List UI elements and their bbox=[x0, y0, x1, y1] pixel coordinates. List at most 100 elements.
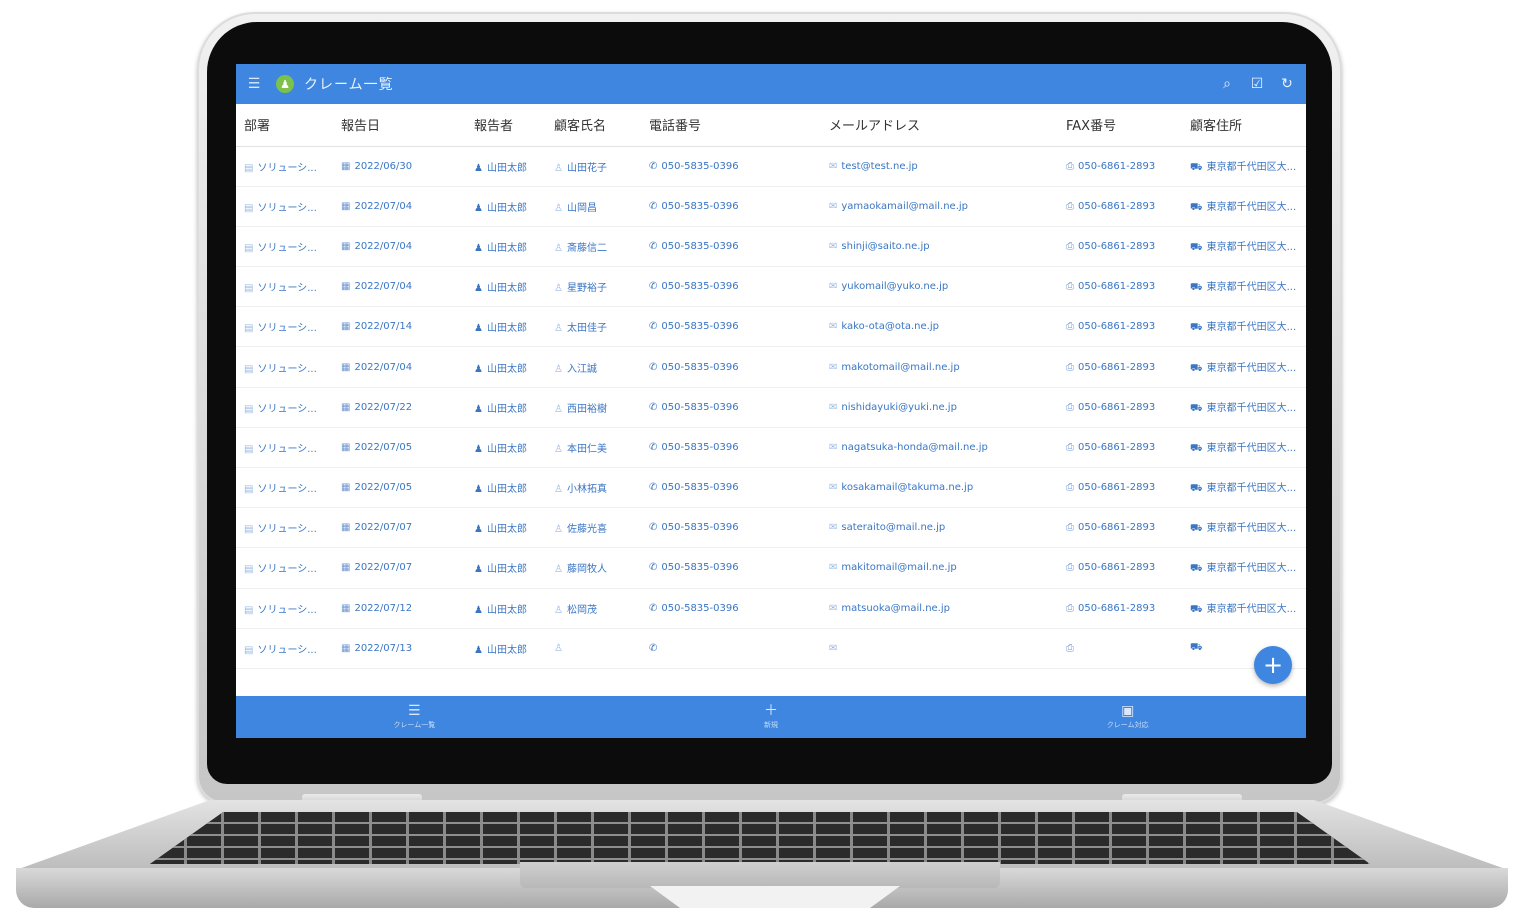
table-cell[interactable]: ♙ 小林拓真 bbox=[546, 467, 641, 509]
table-cell[interactable]: ✆ 050-5835-0396 bbox=[641, 346, 821, 388]
table-cell[interactable]: ▦ 2022/06/30 bbox=[333, 146, 466, 187]
table-cell[interactable]: ▤ ソリューシ... bbox=[236, 226, 333, 268]
table-row[interactable]: ▤ ソリューシ... ▦ 2022/07/05 ♟ 山田太郎 ♙ 本田仁美 ✆ 050-5835-… bbox=[236, 427, 1306, 469]
table-cell[interactable]: ♙ 山岡昌 bbox=[546, 186, 641, 227]
table-cell[interactable]: ♟ 山田太郎 bbox=[466, 186, 546, 227]
table-cell[interactable]: ✉ nagatsuka-honda@mail.ne.jp bbox=[821, 427, 1058, 469]
table-cell[interactable]: ⎙ 050-6861-2893 bbox=[1058, 306, 1182, 348]
nav-item-new[interactable]: ＋ 新規 bbox=[593, 696, 950, 738]
table-row[interactable]: ▤ ソリューシ... ▦ 2022/07/04 ♟ 山田太郎 ♙ 星野裕子 ✆ 050-5835-… bbox=[236, 266, 1306, 308]
table-cell[interactable]: ⛟ 東京都千代田区大... bbox=[1182, 387, 1306, 428]
table-cell[interactable]: ▦ 2022/07/14 bbox=[333, 306, 466, 348]
table-cell[interactable]: ⛟ 東京都千代田区大... bbox=[1182, 226, 1306, 268]
table-cell[interactable]: ✉ nishidayuki@yuki.ne.jp bbox=[821, 387, 1058, 428]
table-cell[interactable]: ♟ 山田太郎 bbox=[466, 427, 546, 469]
table-row[interactable]: ▤ ソリューシ... ▦ 2022/07/07 ♟ 山田太郎 ♙ 佐藤光喜 ✆ 050-5835-… bbox=[236, 507, 1306, 549]
column-header[interactable]: FAX番号 bbox=[1058, 104, 1182, 147]
nav-item-complaint-list[interactable]: ☰ クレーム一覧 bbox=[236, 696, 593, 738]
table-cell[interactable]: ▦ 2022/07/07 bbox=[333, 507, 466, 549]
table-cell[interactable]: ⎙ 050-6861-2893 bbox=[1058, 588, 1182, 629]
table-cell[interactable]: ⛟ 東京都千代田区大... bbox=[1182, 186, 1306, 227]
table-cell[interactable]: ▤ ソリューシ... bbox=[236, 467, 333, 509]
table-cell[interactable]: ✉ makotomail@mail.ne.jp bbox=[821, 346, 1058, 388]
column-header[interactable]: 電話番号 bbox=[641, 104, 821, 147]
table-cell[interactable]: ⛟ 東京都千代田区大... bbox=[1182, 467, 1306, 509]
table-row[interactable]: ▤ ソリューシ... ▦ 2022/07/07 ♟ 山田太郎 ♙ 藤岡牧人 ✆ 050-5835-… bbox=[236, 547, 1306, 589]
table-cell[interactable]: ▤ ソリューシ... bbox=[236, 186, 333, 227]
table-cell[interactable]: ♙ bbox=[546, 628, 641, 669]
table-cell[interactable]: ✉ bbox=[821, 628, 1058, 669]
table-cell[interactable]: ✆ 050-5835-0396 bbox=[641, 146, 821, 187]
table-cell[interactable]: ✉ kako-ota@ota.ne.jp bbox=[821, 306, 1058, 348]
table-cell[interactable]: ▤ ソリューシ... bbox=[236, 547, 333, 589]
table-cell[interactable]: ✉ yukomail@yuko.ne.jp bbox=[821, 266, 1058, 308]
table-row[interactable]: ▤ ソリューシ... ▦ 2022/07/22 ♟ 山田太郎 ♙ 西田裕樹 ✆ 050-5835-… bbox=[236, 387, 1306, 428]
table-cell[interactable]: ⎙ bbox=[1058, 628, 1182, 669]
table-cell[interactable]: ✉ yamaokamail@mail.ne.jp bbox=[821, 186, 1058, 227]
table-cell[interactable]: ✆ bbox=[641, 628, 821, 669]
table-cell[interactable]: ♟ 山田太郎 bbox=[466, 266, 546, 308]
table-cell[interactable]: ⛟ 東京都千代田区大... bbox=[1182, 427, 1306, 469]
table-cell[interactable]: ▦ 2022/07/22 bbox=[333, 387, 466, 428]
table-cell[interactable]: ♟ 山田太郎 bbox=[466, 547, 546, 589]
table-cell[interactable]: ⛟ 東京都千代田区大... bbox=[1182, 346, 1306, 388]
table-cell[interactable]: ▤ ソリューシ... bbox=[236, 266, 333, 308]
check-box-icon[interactable]: ☑ bbox=[1248, 75, 1266, 93]
table-cell[interactable]: ✆ 050-5835-0396 bbox=[641, 266, 821, 308]
table-cell[interactable]: ⎙ 050-6861-2893 bbox=[1058, 226, 1182, 268]
table-cell[interactable]: ⎙ 050-6861-2893 bbox=[1058, 467, 1182, 509]
table-cell[interactable]: ▦ 2022/07/04 bbox=[333, 186, 466, 227]
table-cell[interactable]: ⛟ 東京都千代田区大... bbox=[1182, 146, 1306, 187]
table-cell[interactable]: ✆ 050-5835-0396 bbox=[641, 186, 821, 227]
column-header[interactable]: 顧客氏名 bbox=[546, 104, 641, 147]
column-header[interactable]: 報告者 bbox=[466, 104, 546, 147]
search-icon[interactable]: ⌕ bbox=[1218, 75, 1236, 93]
table-cell[interactable]: ✆ 050-5835-0396 bbox=[641, 427, 821, 469]
table-cell[interactable]: ⎙ 050-6861-2893 bbox=[1058, 387, 1182, 428]
table-row[interactable]: ▤ ソリューシ... ▦ 2022/07/04 ♟ 山田太郎 ♙ 斎藤信二 ✆ 050-5835-… bbox=[236, 226, 1306, 268]
table-cell[interactable]: ✉ makitomail@mail.ne.jp bbox=[821, 547, 1058, 589]
nav-item-complaint-response[interactable]: ▣ クレーム対応 bbox=[949, 696, 1306, 738]
table-cell[interactable]: ♟ 山田太郎 bbox=[466, 628, 546, 669]
table-cell[interactable]: ⛟ 東京都千代田区大... bbox=[1182, 306, 1306, 348]
table-cell[interactable]: ▦ 2022/07/13 bbox=[333, 628, 466, 669]
table-cell[interactable]: ⎙ 050-6861-2893 bbox=[1058, 266, 1182, 308]
table-cell[interactable]: ♙ 松岡茂 bbox=[546, 588, 641, 629]
table-cell[interactable]: ✆ 050-5835-0396 bbox=[641, 306, 821, 348]
table-cell[interactable]: ♙ 本田仁美 bbox=[546, 427, 641, 469]
table-cell[interactable]: ✆ 050-5835-0396 bbox=[641, 387, 821, 428]
table-cell[interactable]: ♙ 星野裕子 bbox=[546, 266, 641, 308]
table-cell[interactable]: ▦ 2022/07/12 bbox=[333, 588, 466, 629]
table-cell[interactable]: ✆ 050-5835-0396 bbox=[641, 507, 821, 549]
column-header[interactable]: 部署 bbox=[236, 104, 333, 147]
table-cell[interactable]: ✉ sateraito@mail.ne.jp bbox=[821, 507, 1058, 549]
table-cell[interactable]: ♟ 山田太郎 bbox=[466, 467, 546, 509]
column-header[interactable]: 報告日 bbox=[333, 104, 466, 147]
table-cell[interactable]: ♟ 山田太郎 bbox=[466, 146, 546, 187]
table-row[interactable]: ▤ ソリューシ... ▦ 2022/06/30 ♟ 山田太郎 ♙ 山田花子 ✆ 050-5835-… bbox=[236, 146, 1306, 187]
table-cell[interactable]: ♙ 藤岡牧人 bbox=[546, 547, 641, 589]
table-cell[interactable]: ♙ 山田花子 bbox=[546, 146, 641, 187]
table-cell[interactable]: ▤ ソリューシ... bbox=[236, 146, 333, 187]
column-header[interactable]: 顧客住所 bbox=[1182, 104, 1306, 147]
table-cell[interactable]: ✉ shinji@saito.ne.jp bbox=[821, 226, 1058, 268]
table-cell[interactable]: ✉ kosakamail@takuma.ne.jp bbox=[821, 467, 1058, 509]
table-cell[interactable]: ♙ 佐藤光喜 bbox=[546, 507, 641, 549]
table-cell[interactable]: ⎙ 050-6861-2893 bbox=[1058, 427, 1182, 469]
table-cell[interactable]: ▦ 2022/07/07 bbox=[333, 547, 466, 589]
table-row[interactable]: ▤ ソリューシ... ▦ 2022/07/04 ♟ 山田太郎 ♙ 山岡昌 ✆ 050-5835-0… bbox=[236, 186, 1306, 227]
table-cell[interactable]: ⎙ 050-6861-2893 bbox=[1058, 507, 1182, 549]
table-cell[interactable]: ▤ ソリューシ... bbox=[236, 427, 333, 469]
table-cell[interactable]: ♟ 山田太郎 bbox=[466, 226, 546, 268]
table-cell[interactable]: ♟ 山田太郎 bbox=[466, 387, 546, 428]
table-cell[interactable]: ▦ 2022/07/05 bbox=[333, 427, 466, 469]
table-cell[interactable]: ▤ ソリューシ... bbox=[236, 346, 333, 388]
table-cell[interactable]: ⎙ 050-6861-2893 bbox=[1058, 547, 1182, 589]
table-cell[interactable]: ▤ ソリューシ... bbox=[236, 588, 333, 629]
refresh-icon[interactable]: ↻ bbox=[1278, 75, 1296, 93]
table-cell[interactable]: ♟ 山田太郎 bbox=[466, 346, 546, 388]
table-cell[interactable]: ♟ 山田太郎 bbox=[466, 507, 546, 549]
table-cell[interactable]: ▤ ソリューシ... bbox=[236, 387, 333, 428]
table-cell[interactable]: ⛟ 東京都千代田区大... bbox=[1182, 547, 1306, 589]
table-row[interactable]: ▤ ソリューシ... ▦ 2022/07/05 ♟ 山田太郎 ♙ 小林拓真 ✆ 050-5835-… bbox=[236, 467, 1306, 509]
